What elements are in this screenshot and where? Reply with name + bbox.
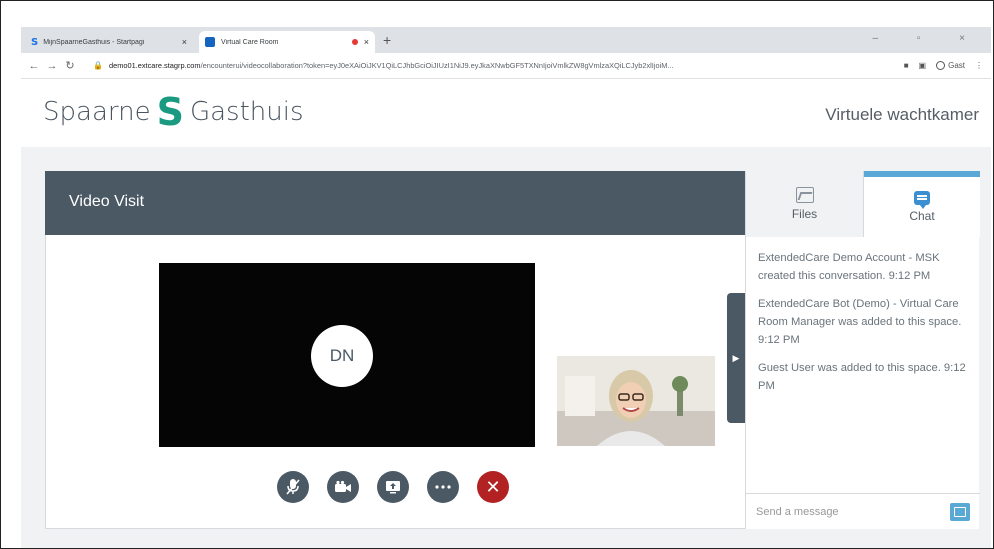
share-screen-button[interactable] — [377, 471, 409, 503]
more-options-button[interactable] — [427, 471, 459, 503]
microphone-off-icon — [286, 479, 300, 495]
self-view-video — [557, 356, 715, 446]
tab-mijnspaarne[interactable]: S MijnSpaarneGasthuis - Startpagi × — [25, 31, 193, 53]
spaarne-gasthuis-logo[interactable]: Spaarne S Gasthuis — [43, 93, 304, 131]
extensions-icon[interactable]: ▣ — [919, 61, 927, 70]
camera-indicator-icon[interactable]: ■ — [904, 61, 909, 70]
sidebar-tabs: Files Chat — [746, 171, 980, 237]
message-input[interactable] — [756, 503, 936, 521]
tab-virtual-care-room[interactable]: Virtual Care Room × — [199, 31, 375, 53]
window-controls[interactable]: – ▫ × — [872, 33, 983, 44]
video-visit-title: Video Visit — [69, 193, 145, 210]
toggle-sidebar-button[interactable]: ▶ — [727, 293, 745, 423]
lock-icon[interactable]: 🔒 — [93, 61, 103, 70]
remote-participant-avatar: DN — [311, 325, 373, 387]
site-header: Spaarne S Gasthuis Virtuele wachtkamer — [21, 79, 991, 147]
browser-window: S MijnSpaarneGasthuis - Startpagi × Virt… — [0, 0, 994, 549]
forward-arrow-icon[interactable]: → — [43, 60, 61, 72]
profile-button[interactable]: Gast — [936, 61, 965, 70]
logo-text-left: Spaarne — [43, 97, 151, 127]
end-call-button[interactable]: ✕ — [477, 471, 509, 503]
attach-image-button[interactable] — [950, 503, 970, 521]
back-arrow-icon[interactable]: ← — [25, 60, 43, 72]
chevron-right-icon: ▶ — [732, 352, 740, 363]
mute-microphone-button[interactable] — [277, 471, 309, 503]
tab-files-label: Files — [791, 207, 818, 221]
tab-title: MijnSpaarneGasthuis - Startpagi — [43, 38, 145, 46]
camera-toggle-button[interactable] — [327, 471, 359, 503]
image-attach-icon — [954, 507, 966, 517]
tab-title: Virtual Care Room — [221, 38, 279, 46]
new-tab-button[interactable]: + — [383, 32, 391, 48]
tab-files[interactable]: Files — [746, 171, 864, 237]
tab-chat-label: Chat — [909, 209, 935, 223]
virtual-care-favicon-icon — [205, 37, 215, 47]
profile-icon — [936, 61, 946, 70]
screen-share-icon — [386, 481, 400, 494]
chat-bubble-icon — [914, 191, 930, 209]
browser-toolbar: ← → ↻ 🔒 demo01.extcare.stagrp.com/encoun… — [21, 53, 991, 79]
collaboration-sidebar: Files Chat ExtendedCare Demo Account - M… — [745, 171, 980, 529]
video-camera-icon — [335, 480, 351, 492]
close-tab-icon[interactable]: × — [182, 37, 187, 47]
chat-messages: ExtendedCare Demo Account - MSK created … — [758, 249, 970, 405]
video-header: Video Visit — [45, 171, 745, 235]
url-path: /encounterui/videocollaboration?token=ey… — [200, 61, 674, 70]
call-controls: ✕ — [277, 471, 509, 503]
url-host: demo01.extcare.stagrp.com — [108, 61, 201, 70]
message-composer — [746, 493, 980, 529]
reload-icon[interactable]: ↻ — [61, 59, 79, 72]
chat-message: ExtendedCare Demo Account - MSK created … — [758, 252, 940, 282]
logo-s-icon: S — [156, 90, 184, 134]
spaarne-favicon-icon: S — [31, 36, 39, 48]
chat-message: Guest User was added to this space. 9:12… — [758, 362, 966, 392]
menu-kebab-icon[interactable]: ⋮ — [975, 61, 983, 70]
close-icon: ✕ — [485, 476, 501, 497]
tab-strip: S MijnSpaarneGasthuis - Startpagi × Virt… — [21, 27, 991, 53]
files-image-icon — [795, 187, 814, 203]
more-dots-icon — [435, 485, 451, 489]
tab-chat[interactable]: Chat — [864, 171, 980, 237]
logo-text-right: Gasthuis — [189, 97, 304, 127]
recording-indicator-icon — [351, 39, 358, 45]
chat-message: ExtendedCare Bot (Demo) - Virtual Care R… — [758, 298, 962, 346]
address-bar[interactable]: demo01.extcare.stagrp.com/encounterui/vi… — [109, 61, 904, 70]
self-view-image — [557, 356, 715, 446]
profile-label: Gast — [948, 61, 965, 70]
remote-video: DN — [159, 263, 535, 447]
close-tab-icon[interactable]: × — [364, 37, 369, 47]
waiting-room-title: Virtuele wachtkamer — [825, 105, 979, 124]
